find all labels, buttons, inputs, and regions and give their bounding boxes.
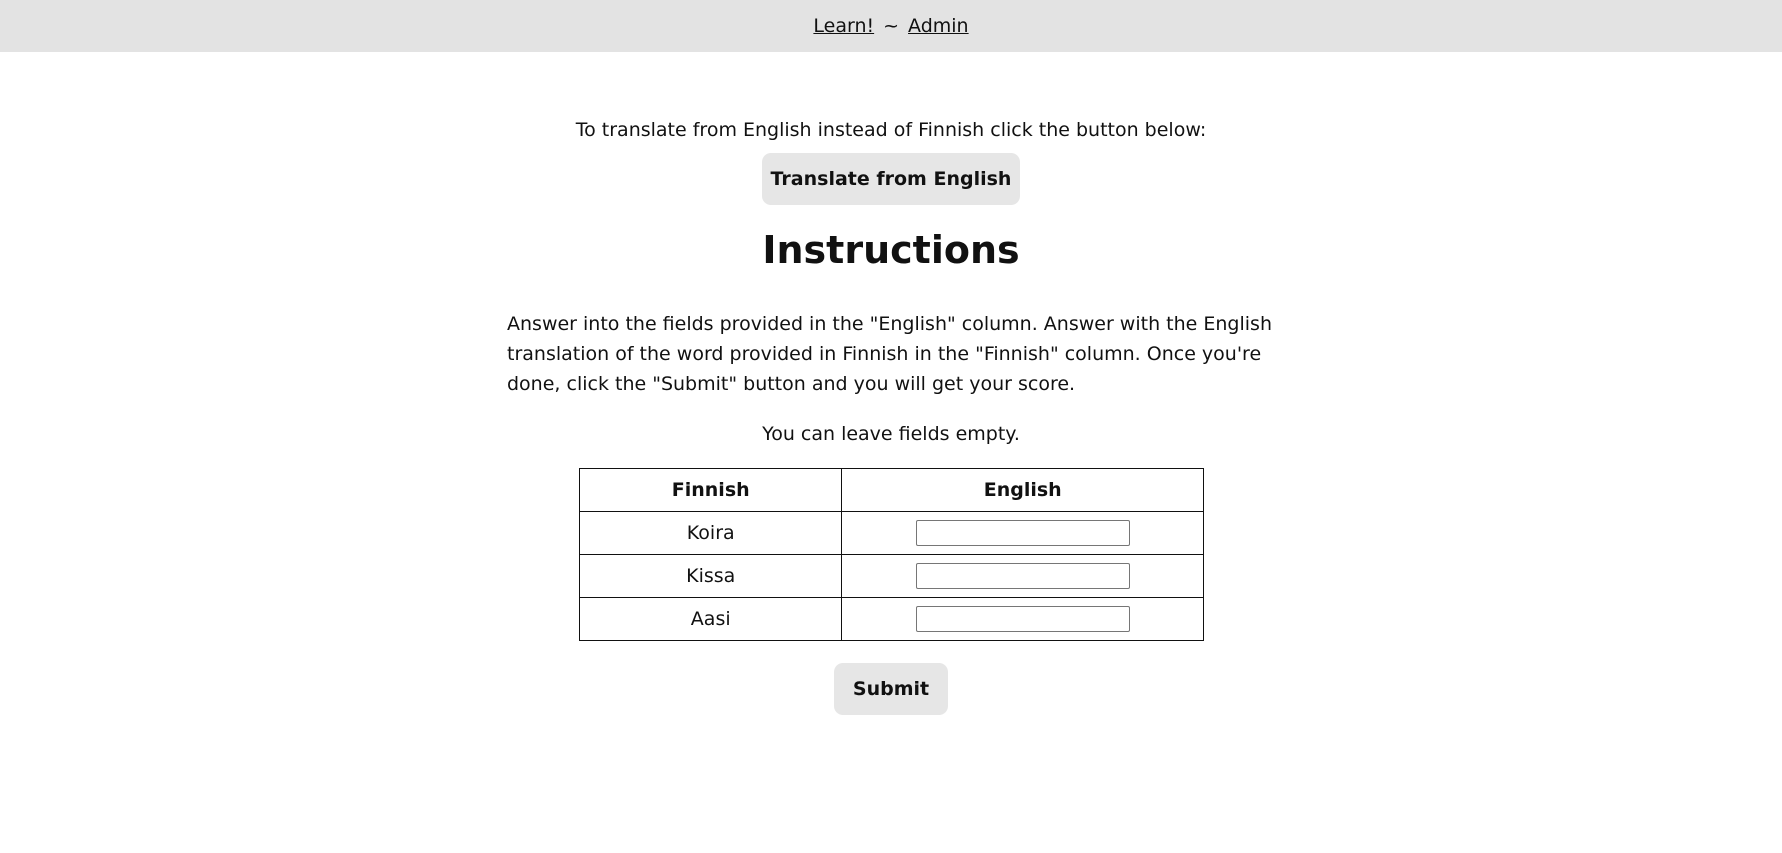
table-row: Aasi (578, 597, 1204, 641)
english-answer-cell (841, 597, 1204, 641)
table-header-row: Finnish English (578, 468, 1204, 512)
english-answer-input[interactable] (915, 520, 1130, 546)
learn-link[interactable]: Learn! (813, 15, 874, 37)
english-answer-input[interactable] (915, 563, 1130, 589)
finnish-word: Kissa (578, 554, 843, 598)
table-row: Koira (578, 511, 1204, 555)
translate-from-english-button[interactable]: Translate from English (762, 153, 1020, 205)
quiz-table: Finnish English Koira Kissa Aasi (578, 468, 1204, 641)
english-answer-cell (841, 554, 1204, 598)
finnish-word: Koira (578, 511, 843, 555)
top-navigation: Learn! ~ Admin (0, 0, 1782, 52)
english-column-header: English (841, 468, 1204, 512)
translate-direction-text: To translate from English instead of Fin… (575, 119, 1207, 141)
empty-fields-note: You can leave fields empty. (762, 423, 1020, 445)
finnish-word: Aasi (578, 597, 843, 641)
instructions-text: Answer into the fields provided in the "… (507, 313, 1272, 395)
instructions-heading: Instructions (762, 228, 1020, 272)
table-row: Kissa (578, 554, 1204, 598)
submit-button[interactable]: Submit (834, 663, 948, 715)
admin-link[interactable]: Admin (908, 15, 969, 37)
nav-separator: ~ (883, 15, 900, 37)
finnish-column-header: Finnish (578, 468, 843, 512)
english-answer-cell (841, 511, 1204, 555)
english-answer-input[interactable] (915, 606, 1130, 632)
